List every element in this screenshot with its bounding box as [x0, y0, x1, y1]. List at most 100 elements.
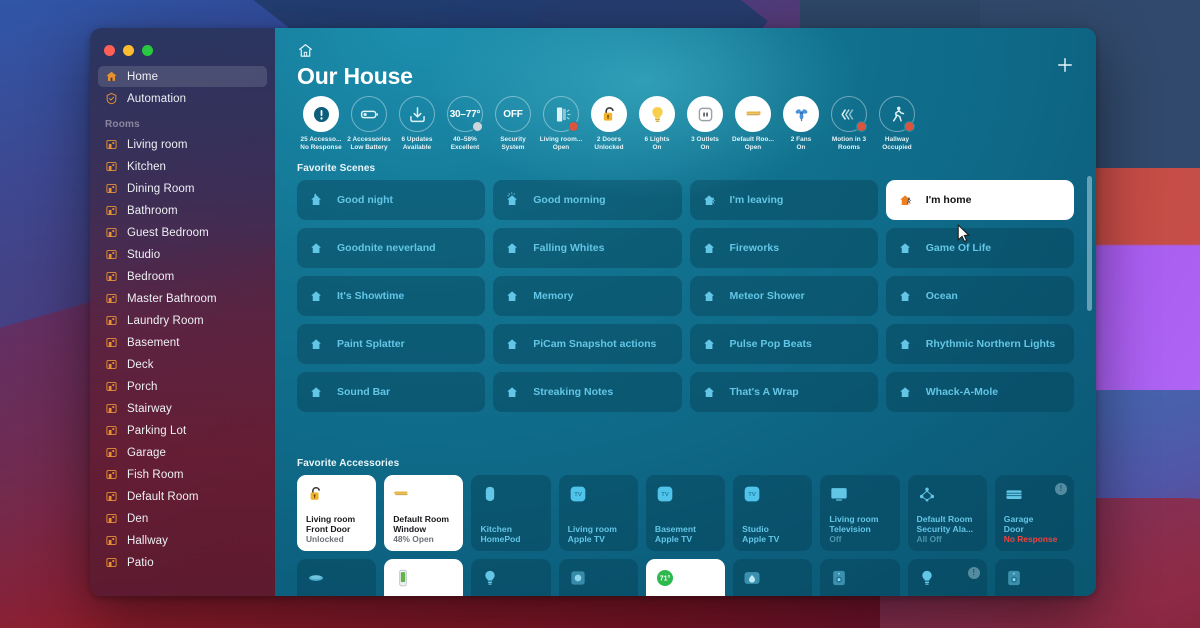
accessory-card-partial[interactable]	[820, 558, 900, 596]
sidebar-item-hallway[interactable]: Hallway	[98, 530, 267, 551]
room-icon	[106, 425, 117, 436]
scene-card[interactable]: Good morning	[493, 179, 682, 220]
status-chip-circle[interactable]	[351, 96, 387, 133]
sidebar-item-porch[interactable]: Porch	[98, 376, 267, 397]
status-chip-5[interactable]: Living room... Open	[537, 96, 585, 151]
sidebar-item-default-room[interactable]: Default Room	[98, 486, 267, 507]
status-chip-10[interactable]: 2 Fans On	[777, 96, 825, 151]
scene-card[interactable]: Memory	[493, 275, 682, 316]
sidebar-item-laundry-room[interactable]: Laundry Room	[98, 310, 267, 331]
sidebar-item-master-bathroom[interactable]: Master Bathroom	[98, 288, 267, 309]
scene-card[interactable]: Ocean	[885, 275, 1074, 316]
scene-card[interactable]: That's A Wrap	[689, 371, 878, 412]
sidebar-item-home[interactable]: Home	[98, 66, 267, 87]
accessory-card-partial[interactable]	[733, 558, 813, 596]
status-chip-circle[interactable]	[687, 96, 723, 133]
accessory-state: 48% Open	[393, 533, 434, 544]
accessory-card-partial[interactable]	[384, 558, 464, 596]
status-chip-7[interactable]: 6 Lights On	[633, 96, 681, 151]
scene-card[interactable]: Whack-A-Mole	[885, 371, 1074, 412]
status-chip-circle[interactable]: OFF	[495, 96, 531, 133]
room-icon	[106, 359, 117, 370]
status-chip-circle[interactable]: 30–77°	[447, 96, 483, 133]
status-chip-circle[interactable]	[783, 96, 819, 133]
status-chip-9[interactable]: Default Roo... Open	[729, 96, 777, 151]
scene-card[interactable]: I'm home	[885, 179, 1074, 220]
scene-card[interactable]: Meteor Shower	[689, 275, 878, 316]
accessory-card-partial[interactable]	[471, 558, 551, 596]
sidebar-item-studio[interactable]: Studio	[98, 244, 267, 265]
accessory-card[interactable]: TV Basement Apple TV	[645, 474, 726, 551]
scene-house-icon	[900, 291, 910, 302]
sidebar-item-den[interactable]: Den	[98, 508, 267, 529]
accessory-card-partial[interactable]: 71°	[645, 558, 726, 596]
status-chip-circle[interactable]	[543, 96, 579, 133]
sidebar-item-fish-room[interactable]: Fish Room	[98, 464, 267, 485]
scene-house-icon	[704, 243, 713, 254]
scene-card[interactable]: Falling Whites	[493, 227, 682, 268]
accessory-card[interactable]: ! Garage Door No Response	[994, 474, 1074, 551]
scene-label: Meteor Shower	[729, 289, 805, 302]
status-chip-4[interactable]: OFF Security System	[489, 96, 537, 151]
close-button[interactable]	[104, 45, 115, 56]
scene-card[interactable]: It's Showtime	[297, 275, 486, 316]
sidebar-item-kitchen[interactable]: Kitchen	[98, 156, 267, 177]
accessory-card-partial[interactable]	[994, 558, 1074, 596]
home-app-window: Home Automation Rooms Living room Kitchen…	[90, 28, 1096, 596]
sidebar-item-basement[interactable]: Basement	[98, 332, 267, 353]
sidebar-item-garage[interactable]: Garage	[98, 442, 267, 463]
sidebar-item-automation[interactable]: Automation	[98, 88, 267, 109]
sidebar-item-stairway[interactable]: Stairway	[98, 398, 267, 419]
status-chip-0[interactable]: 25 Accesso... No Response	[297, 96, 345, 151]
accessory-card-partial[interactable]: !	[907, 558, 987, 596]
status-chip-circle[interactable]	[879, 96, 915, 133]
accessory-name: Default Room Security Ala...	[916, 513, 974, 534]
scene-card[interactable]: Sound Bar	[297, 371, 486, 412]
status-chip-8[interactable]: 3 Outlets On	[681, 96, 729, 151]
status-chip-circle[interactable]	[831, 96, 867, 133]
accessory-card[interactable]: TV Living room Apple TV	[558, 474, 638, 551]
vertical-scrollbar[interactable]	[1087, 176, 1092, 311]
status-chip-circle[interactable]	[735, 96, 771, 133]
sidebar-item-dining-room[interactable]: Dining Room	[98, 178, 267, 199]
plus-icon[interactable]	[1055, 55, 1075, 75]
scene-card[interactable]: Goodnite neverland	[297, 227, 486, 268]
scene-card[interactable]: Good night	[297, 179, 486, 220]
accessory-card[interactable]: TV Studio Apple TV	[733, 474, 813, 551]
status-chip-circle[interactable]	[591, 96, 627, 133]
sidebar-item-bedroom[interactable]: Bedroom	[98, 266, 267, 287]
accessory-card[interactable]: Living room Television Off	[820, 474, 900, 551]
scene-card[interactable]: Rhythmic Northern Lights	[885, 323, 1074, 364]
scene-card[interactable]: I'm leaving	[689, 179, 878, 220]
status-chip-circle[interactable]	[639, 96, 675, 133]
accessory-card[interactable]: Default Room Window 48% Open	[384, 474, 464, 551]
status-chip-circle[interactable]	[399, 96, 435, 133]
status-chip-6[interactable]: 2 Doors Unlocked	[585, 96, 633, 151]
scene-card[interactable]: Game Of Life	[885, 227, 1074, 268]
status-chip-2[interactable]: 6 Updates Available	[393, 96, 441, 151]
accessory-card[interactable]: Kitchen HomePod	[471, 474, 551, 551]
sidebar-item-patio[interactable]: Patio	[98, 552, 267, 573]
sidebar-item-bathroom[interactable]: Bathroom	[98, 200, 267, 221]
sidebar-item-guest-bedroom[interactable]: Guest Bedroom	[98, 222, 267, 243]
sidebar-item-deck[interactable]: Deck	[98, 354, 267, 375]
scene-card[interactable]: Fireworks	[689, 227, 878, 268]
accessory-card-partial[interactable]	[297, 558, 377, 596]
minimize-button[interactable]	[123, 45, 134, 56]
accessory-card[interactable]: Default Room Security Ala... All Off	[907, 474, 987, 551]
sidebar-item-living-room[interactable]: Living room	[98, 134, 267, 155]
scene-card[interactable]: Pulse Pop Beats	[689, 323, 878, 364]
lightbulb-icon	[485, 570, 496, 585]
status-chip-circle[interactable]	[303, 96, 339, 133]
accessory-card[interactable]: Living room Front Door Unlocked	[297, 474, 377, 551]
status-chip-12[interactable]: Hallway Occupied	[873, 96, 921, 151]
scene-card[interactable]: Streaking Notes	[493, 371, 682, 412]
status-chip-3[interactable]: 30–77° 40–58% Excellent	[441, 96, 489, 151]
scene-card[interactable]: Paint Splatter	[297, 323, 486, 364]
accessory-card-partial[interactable]	[558, 558, 638, 596]
status-chip-11[interactable]: Motion in 3 Rooms	[825, 96, 873, 151]
scene-card[interactable]: PiCam Snapshot actions	[493, 323, 682, 364]
sidebar-item-parking-lot[interactable]: Parking Lot	[98, 420, 267, 441]
status-chip-1[interactable]: 2 Accessories Low Battery	[345, 96, 393, 151]
zoom-button[interactable]	[142, 45, 153, 56]
